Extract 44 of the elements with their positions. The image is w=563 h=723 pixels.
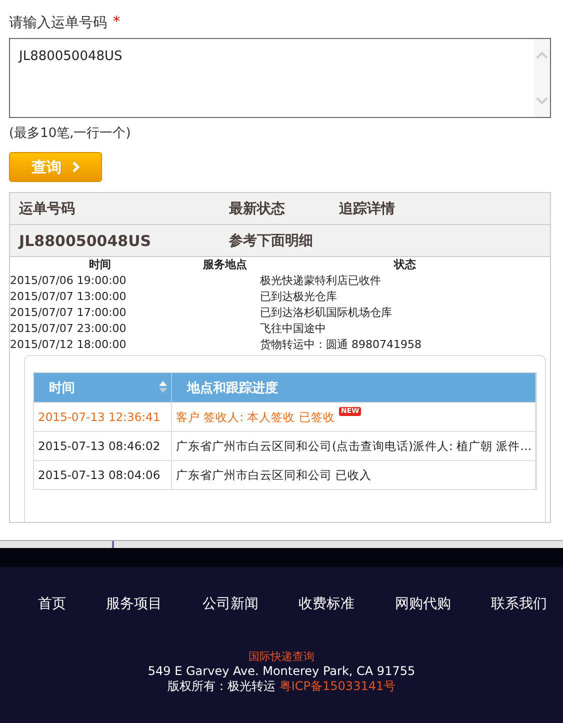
time-cell: 2015-07-13 08:46:02 xyxy=(34,432,172,460)
column-header: 追踪详情 xyxy=(339,200,396,218)
status-text: 参考下面明细 xyxy=(229,232,314,250)
chevron-up-icon xyxy=(536,51,548,59)
scrollbar[interactable] xyxy=(534,39,550,117)
tracking-number: JL880050048US xyxy=(19,232,152,250)
status-cell-text: 货物转运中：圆通 8980741958 xyxy=(260,337,422,353)
time-cell-text: 2015/07/12 18:00:00 xyxy=(10,337,128,353)
sort-icon xyxy=(159,381,167,393)
column-header: 最新状态 xyxy=(229,200,286,218)
status-cell-text: 飞往中国途中 xyxy=(260,321,327,337)
column-header: 运单号码 xyxy=(19,200,76,218)
chevron-right-icon xyxy=(72,161,80,173)
icp-link[interactable]: 粤ICP备15033141号 xyxy=(279,679,396,694)
nav-link[interactable]: 服务项目 xyxy=(106,595,162,613)
copyright-text: 版权所有：极光转运 xyxy=(167,679,276,694)
tracking-number-field[interactable]: JL880050048US xyxy=(9,38,551,118)
time-cell: 2015-07-13 08:04:06 xyxy=(34,461,172,489)
nav-link[interactable]: 首页 xyxy=(38,595,66,613)
nav-link[interactable]: 收费标准 xyxy=(298,595,355,613)
detail-text: 客户 签收人: 本人签收 已签收 xyxy=(176,410,335,424)
time-cell-text: 2015/07/07 13:00:00 xyxy=(10,289,128,305)
time-cell-text: 2015/07/07 23:00:00 xyxy=(10,321,128,337)
detail-text: 广东省广州市白云区同和公司(点击查询电话)派件人: 植广朝 派件… xyxy=(176,438,532,454)
nav-link[interactable]: 网购代购 xyxy=(394,595,451,613)
address-text: 549 E Garvey Ave. Monterey Park, CA 91755 xyxy=(148,664,416,679)
column-header: 状态 xyxy=(392,257,417,273)
chevron-down-icon xyxy=(536,97,548,105)
column-header: 时间 xyxy=(88,257,112,273)
nav-link[interactable]: 联系我们 xyxy=(490,595,547,613)
field-label: 请输入运单号码 xyxy=(9,14,107,32)
detail-text: 广东省广州市白云区同和公司 已收入 xyxy=(176,468,372,482)
hint-text: (最多10笔,一行一个) xyxy=(9,125,132,142)
time-cell-text: 2015/07/07 17:00:00 xyxy=(10,305,128,321)
time-cell: 2015-07-13 12:36:41 xyxy=(34,403,172,431)
column-header: 地点和跟踪进度 xyxy=(172,373,536,402)
footer-title: 国际快递查询 xyxy=(248,649,314,664)
required-mark: * xyxy=(113,14,120,32)
column-header: 服务地点 xyxy=(202,257,248,273)
status-cell-text: 极光快递蒙特利店已收件 xyxy=(260,273,382,289)
status-cell-text: 已到达极光仓库 xyxy=(260,289,338,305)
nav-link[interactable]: 公司新闻 xyxy=(202,595,258,613)
status-cell-text: 已到达洛杉矶国际机场仓库 xyxy=(260,305,393,321)
time-cell-text: 2015/07/06 19:00:00 xyxy=(10,273,128,289)
